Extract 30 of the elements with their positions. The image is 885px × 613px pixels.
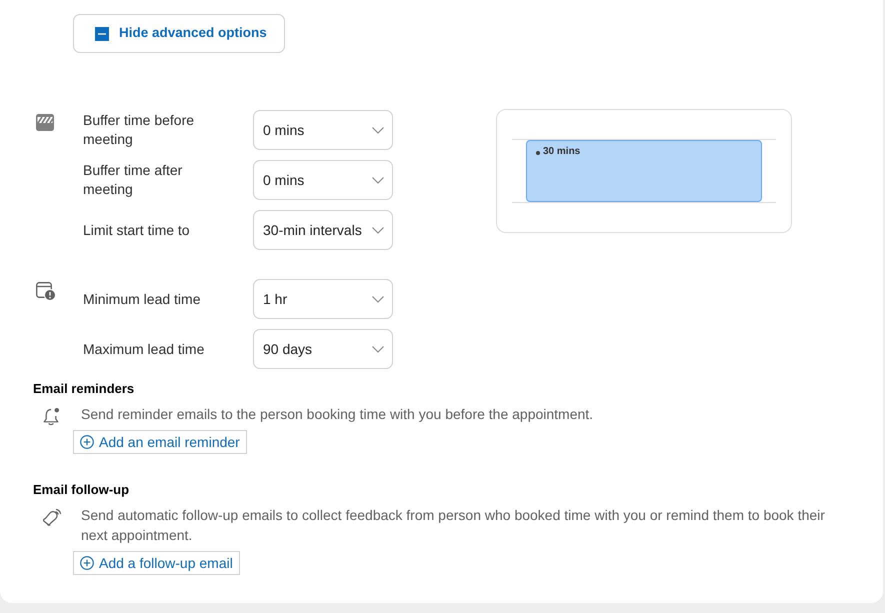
bell-icon (43, 407, 61, 426)
chevron-down-icon (372, 176, 384, 184)
setting-label: Maximum lead time (83, 340, 206, 358)
bullet-icon (536, 151, 540, 155)
setting-label: Minimum lead time (83, 290, 202, 308)
setting-label: Limit start time to (83, 220, 191, 240)
dropdown[interactable]: 0 mins (253, 160, 393, 200)
chevron-down-icon (372, 296, 384, 302)
chevron-down-icon (372, 226, 384, 234)
plus-circle-icon (80, 556, 94, 570)
chevron-down-icon (372, 346, 384, 352)
description-text: Send automatic follow-up emails to collect feedback from person who booked time with you or remind them to book their next appointment. (80, 506, 826, 545)
add-button[interactable]: Add an email reminder (73, 430, 247, 454)
hatched-block-icon (36, 114, 54, 131)
section-heading: Email follow-up (33, 481, 130, 499)
dropdown[interactable]: 1 hr (253, 279, 393, 319)
section-heading: Email reminders (33, 380, 136, 398)
add-button[interactable]: Add a follow-up email (73, 551, 240, 575)
advanced-options-button[interactable]: Hide advanced options (73, 14, 285, 53)
setting-label: Buffer time before meeting (83, 111, 196, 149)
ringing-bell-icon (43, 508, 62, 526)
calendar-alert-icon (36, 282, 56, 301)
dropdown[interactable]: 30-min intervals (253, 210, 393, 250)
description-text: Send reminder emails to the person booking time with you before the appointment. (80, 405, 594, 424)
setting-label: Buffer time after meeting (83, 161, 184, 199)
dropdown[interactable]: 90 days (253, 329, 393, 369)
chevron-down-icon (372, 126, 384, 134)
plus-circle-icon (80, 435, 94, 449)
dropdown[interactable]: 0 mins (253, 110, 393, 150)
event-duration: 30 mins (543, 145, 580, 159)
